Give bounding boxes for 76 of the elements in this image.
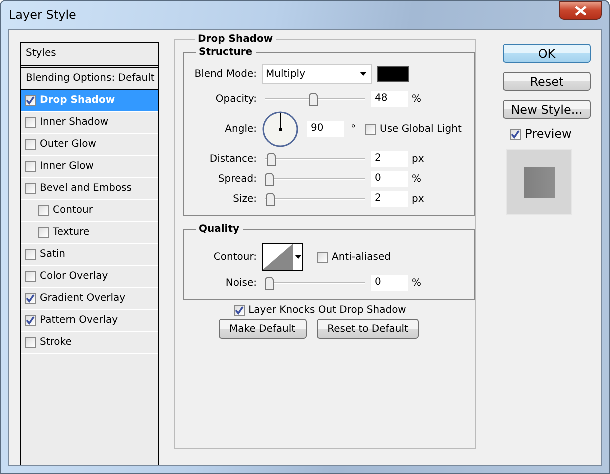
field-label: Contour: (212, 252, 258, 262)
checkbox[interactable] (38, 205, 49, 216)
push-button[interactable]: Reset to Default (316, 319, 420, 339)
checkbox-label[interactable]: Layer Knocks Out Drop Shadow (234, 305, 406, 316)
group-title: Structure (198, 47, 254, 58)
number-field[interactable]: 0 (371, 275, 408, 291)
number-field[interactable]: 2 (371, 151, 408, 167)
checkbox[interactable] (510, 128, 522, 140)
list-item[interactable]: Bevel and Emboss (21, 178, 158, 200)
list-item[interactable]: Color Overlay (21, 266, 158, 288)
slider-thumb[interactable] (265, 276, 274, 290)
contour-curve-icon (263, 244, 293, 270)
unit-label: % (412, 94, 422, 104)
list-item[interactable]: Inner Glow (21, 156, 158, 178)
list-item[interactable]: Satin (21, 244, 158, 266)
field-label: Opacity: (214, 94, 258, 104)
list-item[interactable]: Texture (21, 222, 158, 244)
list-item[interactable]: Stroke (21, 332, 158, 354)
checkbox[interactable] (25, 161, 36, 172)
group-title: Drop Shadow (197, 34, 274, 45)
number-field[interactable]: 48 (371, 91, 408, 107)
checkbox[interactable] (25, 271, 36, 282)
field-label: Spread: (217, 174, 258, 184)
blend-mode-dropdown[interactable]: Multiply (262, 64, 372, 84)
checkbox[interactable] (25, 139, 36, 150)
unit-label: % (412, 278, 422, 288)
list-header: Styles (21, 43, 158, 68)
push-button[interactable]: Make Default (218, 319, 307, 339)
caret-icon (360, 72, 367, 76)
checkbox[interactable] (365, 124, 376, 134)
unit-label: px (412, 194, 424, 204)
number-field[interactable]: 2 (371, 191, 408, 207)
list-item[interactable]: Inner Shadow (21, 112, 158, 134)
checkbox-label[interactable]: Preview (510, 127, 572, 141)
field-label: Angle: (224, 124, 258, 134)
contour-picker[interactable] (262, 243, 303, 271)
checkbox[interactable] (25, 337, 36, 348)
number-field[interactable]: 90 (307, 121, 344, 137)
slider-thumb[interactable] (308, 92, 318, 106)
preview-square (524, 166, 554, 198)
list-item[interactable]: Contour (21, 200, 158, 222)
unit-label: ° (351, 124, 356, 134)
dialog-button[interactable]: New Style... (503, 100, 591, 119)
checkbox[interactable] (25, 95, 36, 106)
unit-label: % (412, 174, 422, 184)
field-label: Blend Mode: (194, 68, 258, 80)
checkbox[interactable] (317, 252, 328, 262)
list-item[interactable]: Outer Glow (21, 134, 158, 156)
checkbox[interactable] (25, 293, 36, 304)
field-label: Noise: (224, 278, 258, 288)
dialog-button[interactable]: Reset (503, 72, 591, 91)
unit-label: px (412, 154, 424, 164)
checkbox-label[interactable]: Anti-aliased (317, 252, 392, 262)
close-button[interactable] (559, 1, 602, 20)
number-field[interactable]: 0 (371, 171, 408, 187)
list-item[interactable]: Gradient Overlay (21, 288, 158, 310)
checkbox[interactable] (25, 183, 36, 194)
field-label: Size: (232, 194, 258, 204)
list-item[interactable]: Pattern Overlay (21, 310, 158, 332)
close-icon (574, 6, 586, 16)
slider-thumb[interactable] (266, 192, 275, 206)
checkbox-label[interactable]: Use Global Light (365, 124, 462, 134)
slider-thumb[interactable] (266, 152, 276, 166)
caret-icon (295, 255, 302, 259)
window-title: Layer Style (8, 8, 76, 22)
checkbox[interactable] (25, 249, 36, 260)
slider-thumb[interactable] (265, 172, 274, 186)
checkbox[interactable] (25, 117, 36, 128)
dialog-button[interactable]: OK (503, 44, 591, 63)
angle-dial[interactable] (262, 110, 299, 148)
group-title: Quality (198, 224, 241, 235)
checkbox[interactable] (25, 315, 36, 326)
checkbox[interactable] (38, 227, 49, 238)
checkbox[interactable] (234, 305, 245, 316)
color-swatch[interactable] (377, 66, 409, 82)
field-label: Distance: (208, 154, 258, 164)
